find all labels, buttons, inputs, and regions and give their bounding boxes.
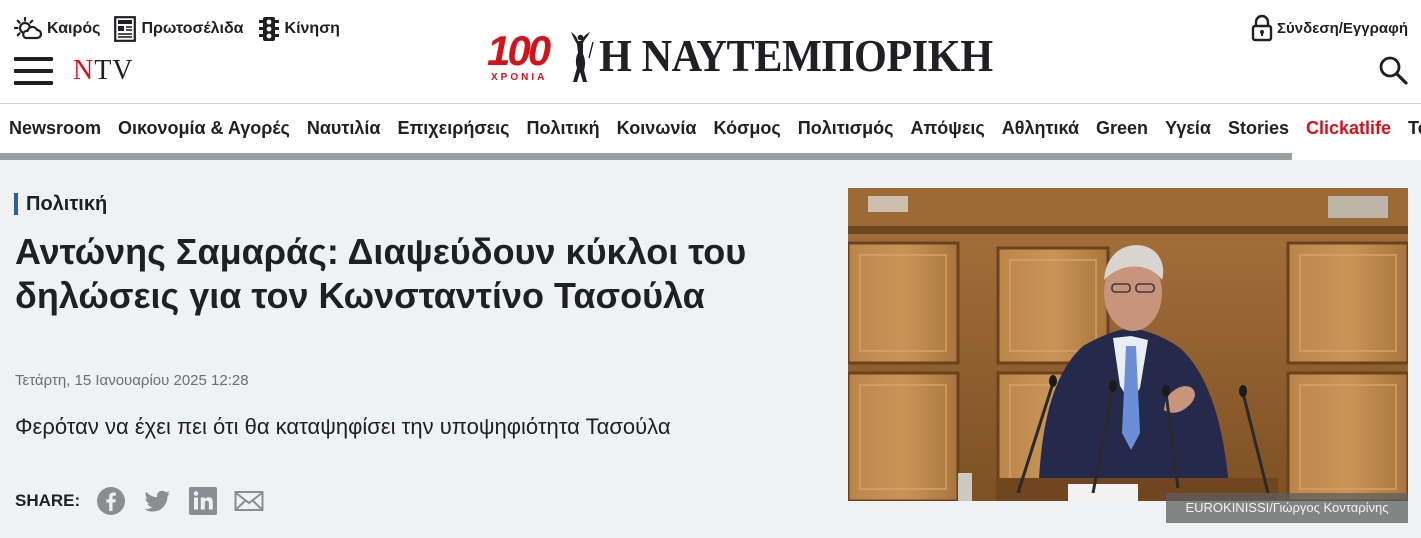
article-hero: Πολιτική Αντώνης Σαμαράς: Διαψεύδουν κύκ…	[0, 160, 1421, 538]
menu-icon[interactable]	[14, 57, 53, 85]
traffic-label: Κίνηση	[284, 20, 340, 37]
facebook-icon[interactable]	[96, 486, 126, 516]
nav-item-green[interactable]: Green	[1088, 104, 1157, 154]
nav-item-clickatlife[interactable]: Clickatlife	[1297, 104, 1399, 154]
frontpages-label: Πρωτοσέλιδα	[141, 20, 244, 37]
weather-label: Καιρός	[47, 20, 101, 37]
nav-item-economy-markets[interactable]: Οικονομία & Αγορές	[110, 104, 299, 154]
site-title: Η ΝΑΥΤΕΜΠΟΡΙΚΗ	[599, 30, 993, 81]
search-icon[interactable]	[1378, 55, 1408, 85]
nav-item-health[interactable]: Υγεία	[1157, 104, 1220, 154]
main-nav: Newsroom Οικονομία & Αγορές Ναυτιλία Επι…	[0, 103, 1421, 160]
ntv-tv: TV	[94, 55, 134, 86]
site-logo[interactable]: 100 ΧΡΟΝΙΑ Η ΝΑΥΤΕΜΠΟΡΙΚΗ	[487, 28, 1027, 84]
article-category[interactable]: Πολιτική	[14, 193, 107, 215]
article-date: Τετάρτη, 15 Ιανουαρίου 2025 12:28	[15, 372, 249, 389]
nav-item-shipping[interactable]: Ναυτιλία	[298, 104, 389, 154]
photo-caption: EUROKINISSI/Γιώργος Κονταρίνης	[1166, 493, 1408, 523]
nav-items: Newsroom Οικονομία & Αγορές Ναυτιλία Επι…	[0, 104, 1421, 154]
nav-item-opinions[interactable]: Απόψεις	[902, 104, 993, 154]
nav-item-world[interactable]: Κόσμος	[705, 104, 789, 154]
nav-item-business[interactable]: Επιχειρήσεις	[389, 104, 518, 154]
utility-links: Καιρός Πρωτοσέλιδα Κίνηση	[14, 16, 340, 42]
nav-item-culture[interactable]: Πολιτισμός	[789, 104, 902, 154]
nav-item-newsroom[interactable]: Newsroom	[0, 104, 110, 154]
twitter-icon[interactable]	[142, 486, 172, 516]
email-icon[interactable]	[234, 486, 264, 516]
weather-link[interactable]: Καιρός	[14, 17, 100, 41]
nav-item-politics[interactable]: Πολιτική	[518, 104, 608, 154]
lock-icon	[1251, 14, 1273, 42]
weather-icon	[14, 17, 42, 40]
centenary-years: ΧΡΟΝΙΑ	[491, 72, 548, 83]
nav-underline-bar	[0, 153, 1292, 160]
centenary-badge: 100 ΧΡΟΝΙΑ	[487, 28, 559, 84]
centenary-number: 100	[487, 27, 551, 74]
hermes-icon	[571, 32, 594, 82]
nav-item-stories[interactable]: Stories	[1219, 104, 1297, 154]
traffic-link[interactable]: Κίνηση	[258, 16, 340, 42]
newspaper-icon	[114, 16, 137, 42]
article-headline[interactable]: Αντώνης Σαμαράς: Διαψεύδουν κύκλοι του δ…	[15, 230, 805, 318]
article-lead: Φερόταν να έχει πει ότι θα καταψηφίσει τ…	[15, 414, 671, 439]
traffic-light-icon	[258, 17, 279, 41]
login-link[interactable]: Σύνδεση/Εγγραφή	[1251, 14, 1408, 42]
ntv-n: N	[73, 55, 95, 86]
menu-row: NTV	[14, 55, 134, 87]
share-bar: SHARE:	[15, 486, 264, 516]
article-photo[interactable]	[848, 188, 1408, 501]
linkedin-icon[interactable]	[188, 486, 218, 516]
nav-item-society[interactable]: Κοινωνία	[608, 104, 705, 154]
site-header: Καιρός Πρωτοσέλιδα Κίνηση NTV 100 ΧΡΟΝΙΑ…	[0, 0, 1421, 103]
frontpages-link[interactable]: Πρωτοσέλιδα	[114, 16, 244, 42]
share-label: SHARE:	[15, 491, 81, 510]
nav-item-truncated[interactable]: Te	[1400, 104, 1421, 154]
nav-item-sports[interactable]: Αθλητικά	[993, 104, 1087, 154]
login-label: Σύνδεση/Εγγραφή	[1277, 19, 1408, 37]
ntv-link[interactable]: NTV	[73, 55, 134, 87]
